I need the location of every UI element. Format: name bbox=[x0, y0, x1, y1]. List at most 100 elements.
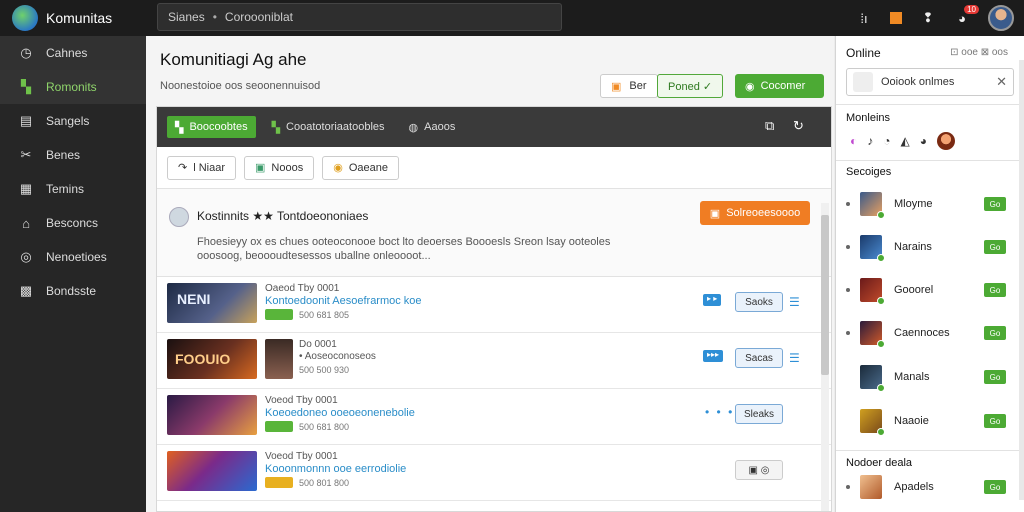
tab-boocoobtes[interactable]: ▚ Boocoobtes bbox=[167, 116, 256, 138]
list-icon[interactable]: ☰ bbox=[789, 351, 800, 365]
deal-avatar[interactable] bbox=[860, 475, 882, 499]
bullet bbox=[846, 485, 850, 489]
row-title-link[interactable]: Koeoedoneo ooeoeonenebolie bbox=[265, 407, 415, 419]
table-row[interactable]: NENI Oaeod Tby 0001 Kontoedoonit Aesoefr… bbox=[157, 277, 831, 333]
badge-icon[interactable]: ◐ bbox=[850, 134, 857, 148]
members-icons: ◐ ♪ ◔ ◭ ◕ bbox=[850, 132, 955, 150]
refresh-icon[interactable]: ↻ bbox=[793, 118, 804, 134]
friend-avatar[interactable] bbox=[860, 278, 885, 305]
list-icon[interactable]: ☰ bbox=[789, 295, 800, 309]
sidebar-item-romonits[interactable]: ▚ Romonits bbox=[0, 70, 146, 104]
sidebar-item-bondsste[interactable]: ▩ Bondsste bbox=[0, 274, 146, 308]
table-row[interactable]: FOOUIO Do 0001 • Aoseoconoseos 500 500 9… bbox=[157, 333, 831, 389]
online-search-input[interactable]: Ooiook onlmes ✕ bbox=[846, 68, 1014, 96]
sidebar-item-sangels[interactable]: ▤ Sangels bbox=[0, 104, 146, 138]
help-icon[interactable]: ❢ bbox=[920, 10, 936, 26]
tab-aaoos[interactable]: ◍ Aaoos bbox=[401, 116, 464, 138]
list-item[interactable]: Caennoces Go bbox=[846, 317, 1016, 349]
online-links[interactable]: ⊡ ooe ⊠ oos bbox=[950, 47, 1008, 58]
settings-icon[interactable]: ⁞ı bbox=[856, 11, 872, 26]
tools-icon: ✂ bbox=[20, 147, 32, 162]
filter-dropdown[interactable]: Poned ✓ bbox=[657, 74, 724, 98]
scrollbar[interactable] bbox=[821, 203, 829, 511]
member-avatar[interactable] bbox=[936, 132, 955, 150]
friend-go-button[interactable]: Go bbox=[984, 326, 1006, 340]
list-item[interactable]: Narains Go bbox=[846, 231, 1016, 263]
join-button[interactable]: ▣ Solreoeesoooo bbox=[700, 201, 810, 225]
game-thumbnail[interactable] bbox=[167, 451, 257, 491]
game-cover[interactable] bbox=[265, 339, 293, 379]
status-tag: ▸ ▸ bbox=[703, 294, 722, 306]
friend-go-button[interactable]: Go bbox=[984, 240, 1006, 254]
friend-go-button[interactable]: Go bbox=[984, 283, 1006, 297]
game-thumbnail[interactable]: NENI bbox=[167, 283, 257, 323]
lock-icon: ▣ bbox=[611, 80, 622, 93]
create-button[interactable]: ◉ Cocomer bbox=[735, 74, 824, 98]
sidebar-item-label: Benes bbox=[46, 148, 81, 162]
bell-icon[interactable]: ◕ 10 bbox=[954, 4, 979, 26]
user-avatar[interactable] bbox=[988, 5, 1014, 31]
friend-avatar[interactable] bbox=[860, 321, 885, 348]
clock-icon: ◷ bbox=[20, 45, 32, 60]
row-action-button[interactable]: Sleaks bbox=[735, 404, 783, 424]
friend-avatar[interactable] bbox=[860, 235, 885, 262]
filter-near[interactable]: ↷ l Niaar bbox=[167, 155, 237, 180]
box-icon[interactable] bbox=[890, 12, 902, 24]
bullet bbox=[846, 375, 850, 379]
list-item[interactable]: Manals Go bbox=[846, 361, 1016, 393]
friend-avatar[interactable] bbox=[860, 192, 885, 219]
table-row[interactable]: Voeod Tby 0001 Koeoedoneo ooeoeoneneboli… bbox=[157, 389, 831, 445]
friend-go-button[interactable]: Go bbox=[984, 370, 1006, 384]
row-action-button[interactable]: ▣ ◎ bbox=[735, 460, 783, 480]
sidebar-item-benes[interactable]: ✂ Benes bbox=[0, 138, 146, 172]
search-bar[interactable]: Sianes • Coroooniblat bbox=[157, 3, 562, 31]
filter-update[interactable]: ◉ Oaeane bbox=[322, 155, 399, 180]
list-item[interactable]: Mloyme Go bbox=[846, 188, 1016, 220]
sidebar-item-cahnes[interactable]: ◷ Cahnes bbox=[0, 36, 146, 70]
post-avatar[interactable] bbox=[169, 207, 189, 227]
tab-cooatotoriaatoobles[interactable]: ▚ Cooatotoriaatoobles bbox=[264, 116, 393, 138]
scroll-thumb[interactable] bbox=[821, 215, 829, 375]
list-item[interactable]: Apadels Go bbox=[846, 471, 1016, 503]
map-icon[interactable]: ◭ bbox=[901, 134, 910, 148]
app-logo[interactable] bbox=[12, 5, 38, 31]
list-item[interactable]: Naaoie Go bbox=[846, 405, 1016, 437]
sidebar-item-besconcs[interactable]: ⌂ Besconcs bbox=[0, 206, 146, 240]
friend-go-button[interactable]: Go bbox=[984, 197, 1006, 211]
create-button-label: Cocomer bbox=[760, 80, 806, 92]
game-thumbnail[interactable]: FOOUIO bbox=[167, 339, 257, 379]
sidebar-item-temins[interactable]: ▦ Temins bbox=[0, 172, 146, 206]
row-title-link[interactable]: Kontoedoonit Aesoefrarmoc koe bbox=[265, 295, 422, 307]
list-item[interactable]: Gooorel Go bbox=[846, 274, 1016, 306]
post-author[interactable]: Kostinnits ★★ Tontdoeononiaes bbox=[197, 209, 368, 223]
row-meta: Voeod Tby 0001 bbox=[265, 451, 338, 462]
game-thumbnail[interactable] bbox=[167, 395, 257, 435]
status-tag: ▸▸▸ bbox=[703, 350, 724, 362]
sidebar-item-label: Sangels bbox=[46, 114, 90, 128]
notification-badge: 10 bbox=[964, 4, 979, 14]
close-icon[interactable]: ✕ bbox=[996, 74, 1007, 90]
note-icon[interactable]: ♪ bbox=[867, 134, 873, 148]
filter-label: Nooos bbox=[271, 161, 304, 174]
row-action-button[interactable]: Saoks bbox=[735, 292, 783, 312]
filter-label: Oaeane bbox=[348, 161, 388, 174]
row-title-link[interactable]: Kooonmonnn ooe eerrodiolie bbox=[265, 463, 406, 475]
sidebar-item-nenoetioes[interactable]: ◎ Nenoetioes bbox=[0, 240, 146, 274]
search-crumb-1: Sianes bbox=[168, 10, 205, 24]
chat-icon[interactable]: ◔ bbox=[883, 134, 890, 148]
avatar-icon: ◍ bbox=[408, 121, 419, 134]
sun-icon: ◉ bbox=[333, 162, 343, 174]
filter-label: l Niaar bbox=[193, 161, 226, 174]
row-action-button[interactable]: Sacas bbox=[735, 348, 783, 368]
share-button[interactable]: ▣ Ber bbox=[600, 74, 658, 98]
friend-avatar[interactable] bbox=[860, 409, 885, 436]
table-row[interactable]: Voeod Tby 0001 Kooonmonnn ooe eerrodioli… bbox=[157, 445, 831, 501]
shield-icon[interactable]: ◕ bbox=[920, 134, 927, 148]
filter-news[interactable]: ▣ Nooos bbox=[244, 155, 315, 180]
scrollbar[interactable] bbox=[1019, 60, 1024, 500]
friend-go-button[interactable]: Go bbox=[984, 414, 1006, 428]
tab-label: Cooatotoriaatoobles bbox=[286, 121, 385, 133]
friend-avatar[interactable] bbox=[860, 365, 885, 392]
deal-go-button[interactable]: Go bbox=[984, 480, 1006, 494]
window-icon[interactable]: ⧉ bbox=[765, 118, 774, 134]
